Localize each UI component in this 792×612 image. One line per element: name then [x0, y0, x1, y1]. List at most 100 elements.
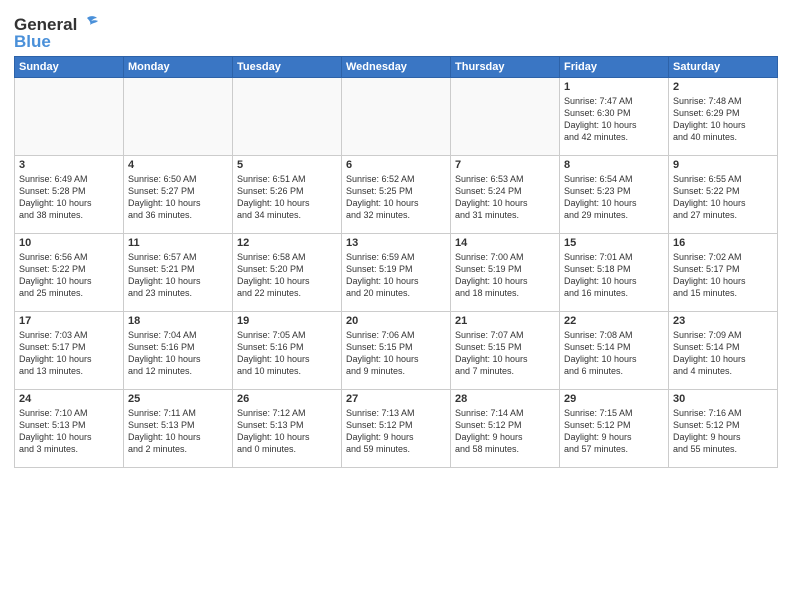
day-info: Sunrise: 7:09 AM Sunset: 5:14 PM Dayligh… [673, 329, 773, 378]
day-info: Sunrise: 7:02 AM Sunset: 5:17 PM Dayligh… [673, 251, 773, 300]
day-number: 10 [19, 237, 119, 249]
day-number: 26 [237, 393, 337, 405]
calendar-cell: 24 Sunrise: 7:10 AM Sunset: 5:13 PM Dayli… [15, 390, 124, 468]
day-info: Sunrise: 7:10 AM Sunset: 5:13 PM Dayligh… [19, 407, 119, 456]
day-info: Sunrise: 7:05 AM Sunset: 5:16 PM Dayligh… [237, 329, 337, 378]
day-number: 18 [128, 315, 228, 327]
week-row-4: 24 Sunrise: 7:10 AM Sunset: 5:13 PM Dayli… [15, 390, 778, 468]
day-number: 15 [564, 237, 664, 249]
day-info: Sunrise: 7:47 AM Sunset: 6:30 PM Dayligh… [564, 95, 664, 144]
calendar-cell: 12Sunrise: 6:58 AM Sunset: 5:20 PM Dayli… [233, 234, 342, 312]
calendar-cell: 25 Sunrise: 7:11 AM Sunset: 5:13 PM Dayli… [124, 390, 233, 468]
calendar-cell: 26 Sunrise: 7:12 AM Sunset: 5:13 PM Dayli… [233, 390, 342, 468]
day-number: 19 [237, 315, 337, 327]
calendar-cell: 14Sunrise: 7:00 AM Sunset: 5:19 PM Dayli… [451, 234, 560, 312]
day-number: 27 [346, 393, 446, 405]
calendar-cell [451, 78, 560, 156]
day-number: 2 [673, 81, 773, 93]
day-info: Sunrise: 7:08 AM Sunset: 5:14 PM Dayligh… [564, 329, 664, 378]
calendar-cell: 27 Sunrise: 7:13 AM Sunset: 5:12 PM Dayli… [342, 390, 451, 468]
calendar-cell [233, 78, 342, 156]
header: General Blue [14, 10, 778, 52]
logo-bird-icon [79, 14, 101, 36]
calendar-cell: 16Sunrise: 7:02 AM Sunset: 5:17 PM Dayli… [669, 234, 778, 312]
header-day-saturday: Saturday [669, 57, 778, 78]
calendar-cell: 10 Sunrise: 6:56 AM Sunset: 5:22 PM Dayli… [15, 234, 124, 312]
calendar-cell: 23 Sunrise: 7:09 AM Sunset: 5:14 PM Dayli… [669, 312, 778, 390]
day-info: Sunrise: 7:13 AM Sunset: 5:12 PM Dayligh… [346, 407, 446, 456]
day-info: Sunrise: 7:07 AM Sunset: 5:15 PM Dayligh… [455, 329, 555, 378]
day-number: 6 [346, 159, 446, 171]
calendar-cell: 8 Sunrise: 6:54 AM Sunset: 5:23 PM Daylig… [560, 156, 669, 234]
day-info: Sunrise: 7:16 AM Sunset: 5:12 PM Dayligh… [673, 407, 773, 456]
day-info: Sunrise: 7:48 AM Sunset: 6:29 PM Dayligh… [673, 95, 773, 144]
page-container: General Blue SundayMondayTuesdayWednesda… [0, 0, 792, 478]
calendar-cell: 9 Sunrise: 6:55 AM Sunset: 5:22 PM Daylig… [669, 156, 778, 234]
day-number: 24 [19, 393, 119, 405]
day-info: Sunrise: 7:06 AM Sunset: 5:15 PM Dayligh… [346, 329, 446, 378]
day-number: 7 [455, 159, 555, 171]
day-info: Sunrise: 6:49 AM Sunset: 5:28 PM Dayligh… [19, 173, 119, 222]
header-day-friday: Friday [560, 57, 669, 78]
header-day-wednesday: Wednesday [342, 57, 451, 78]
calendar-cell: 20 Sunrise: 7:06 AM Sunset: 5:15 PM Dayli… [342, 312, 451, 390]
day-number: 1 [564, 81, 664, 93]
day-number: 20 [346, 315, 446, 327]
calendar-cell [342, 78, 451, 156]
day-info: Sunrise: 7:11 AM Sunset: 5:13 PM Dayligh… [128, 407, 228, 456]
day-info: Sunrise: 7:15 AM Sunset: 5:12 PM Dayligh… [564, 407, 664, 456]
calendar-cell: 4Sunrise: 6:50 AM Sunset: 5:27 PM Daylig… [124, 156, 233, 234]
day-info: Sunrise: 7:03 AM Sunset: 5:17 PM Dayligh… [19, 329, 119, 378]
calendar-cell: 11 Sunrise: 6:57 AM Sunset: 5:21 PM Dayli… [124, 234, 233, 312]
calendar-cell: 17 Sunrise: 7:03 AM Sunset: 5:17 PM Dayli… [15, 312, 124, 390]
week-row-2: 10 Sunrise: 6:56 AM Sunset: 5:22 PM Dayli… [15, 234, 778, 312]
day-info: Sunrise: 7:04 AM Sunset: 5:16 PM Dayligh… [128, 329, 228, 378]
calendar-cell: 13Sunrise: 6:59 AM Sunset: 5:19 PM Dayli… [342, 234, 451, 312]
calendar-cell: 5Sunrise: 6:51 AM Sunset: 5:26 PM Daylig… [233, 156, 342, 234]
day-info: Sunrise: 6:57 AM Sunset: 5:21 PM Dayligh… [128, 251, 228, 300]
day-info: Sunrise: 6:55 AM Sunset: 5:22 PM Dayligh… [673, 173, 773, 222]
day-number: 23 [673, 315, 773, 327]
calendar-cell: 7Sunrise: 6:53 AM Sunset: 5:24 PM Daylig… [451, 156, 560, 234]
header-day-tuesday: Tuesday [233, 57, 342, 78]
calendar-cell: 1 Sunrise: 7:47 AM Sunset: 6:30 PM Daylig… [560, 78, 669, 156]
header-day-monday: Monday [124, 57, 233, 78]
header-row: SundayMondayTuesdayWednesdayThursdayFrid… [15, 57, 778, 78]
calendar-cell: 6 Sunrise: 6:52 AM Sunset: 5:25 PM Daylig… [342, 156, 451, 234]
day-number: 14 [455, 237, 555, 249]
week-row-1: 3 Sunrise: 6:49 AM Sunset: 5:28 PM Daylig… [15, 156, 778, 234]
calendar-cell: 19 Sunrise: 7:05 AM Sunset: 5:16 PM Dayli… [233, 312, 342, 390]
calendar-cell: 15 Sunrise: 7:01 AM Sunset: 5:18 PM Dayli… [560, 234, 669, 312]
day-number: 25 [128, 393, 228, 405]
day-number: 29 [564, 393, 664, 405]
day-info: Sunrise: 6:56 AM Sunset: 5:22 PM Dayligh… [19, 251, 119, 300]
calendar-cell: 2 Sunrise: 7:48 AM Sunset: 6:29 PM Daylig… [669, 78, 778, 156]
day-info: Sunrise: 6:52 AM Sunset: 5:25 PM Dayligh… [346, 173, 446, 222]
calendar-cell: 28Sunrise: 7:14 AM Sunset: 5:12 PM Dayli… [451, 390, 560, 468]
day-info: Sunrise: 6:51 AM Sunset: 5:26 PM Dayligh… [237, 173, 337, 222]
day-info: Sunrise: 6:54 AM Sunset: 5:23 PM Dayligh… [564, 173, 664, 222]
calendar-cell: 18 Sunrise: 7:04 AM Sunset: 5:16 PM Dayli… [124, 312, 233, 390]
day-number: 28 [455, 393, 555, 405]
day-info: Sunrise: 6:59 AM Sunset: 5:19 PM Dayligh… [346, 251, 446, 300]
day-info: Sunrise: 7:12 AM Sunset: 5:13 PM Dayligh… [237, 407, 337, 456]
header-day-sunday: Sunday [15, 57, 124, 78]
day-info: Sunrise: 7:01 AM Sunset: 5:18 PM Dayligh… [564, 251, 664, 300]
day-number: 3 [19, 159, 119, 171]
day-info: Sunrise: 6:58 AM Sunset: 5:20 PM Dayligh… [237, 251, 337, 300]
calendar-cell: 3 Sunrise: 6:49 AM Sunset: 5:28 PM Daylig… [15, 156, 124, 234]
day-number: 9 [673, 159, 773, 171]
day-number: 11 [128, 237, 228, 249]
logo-blue: Blue [14, 32, 51, 52]
day-number: 8 [564, 159, 664, 171]
calendar-cell: 29 Sunrise: 7:15 AM Sunset: 5:12 PM Dayli… [560, 390, 669, 468]
calendar-table: SundayMondayTuesdayWednesdayThursdayFrid… [14, 56, 778, 468]
day-info: Sunrise: 6:50 AM Sunset: 5:27 PM Dayligh… [128, 173, 228, 222]
day-number: 17 [19, 315, 119, 327]
calendar-cell: 22 Sunrise: 7:08 AM Sunset: 5:14 PM Dayli… [560, 312, 669, 390]
week-row-0: 1 Sunrise: 7:47 AM Sunset: 6:30 PM Daylig… [15, 78, 778, 156]
calendar-cell: 30Sunrise: 7:16 AM Sunset: 5:12 PM Dayli… [669, 390, 778, 468]
calendar-cell [124, 78, 233, 156]
calendar-cell [15, 78, 124, 156]
day-number: 22 [564, 315, 664, 327]
